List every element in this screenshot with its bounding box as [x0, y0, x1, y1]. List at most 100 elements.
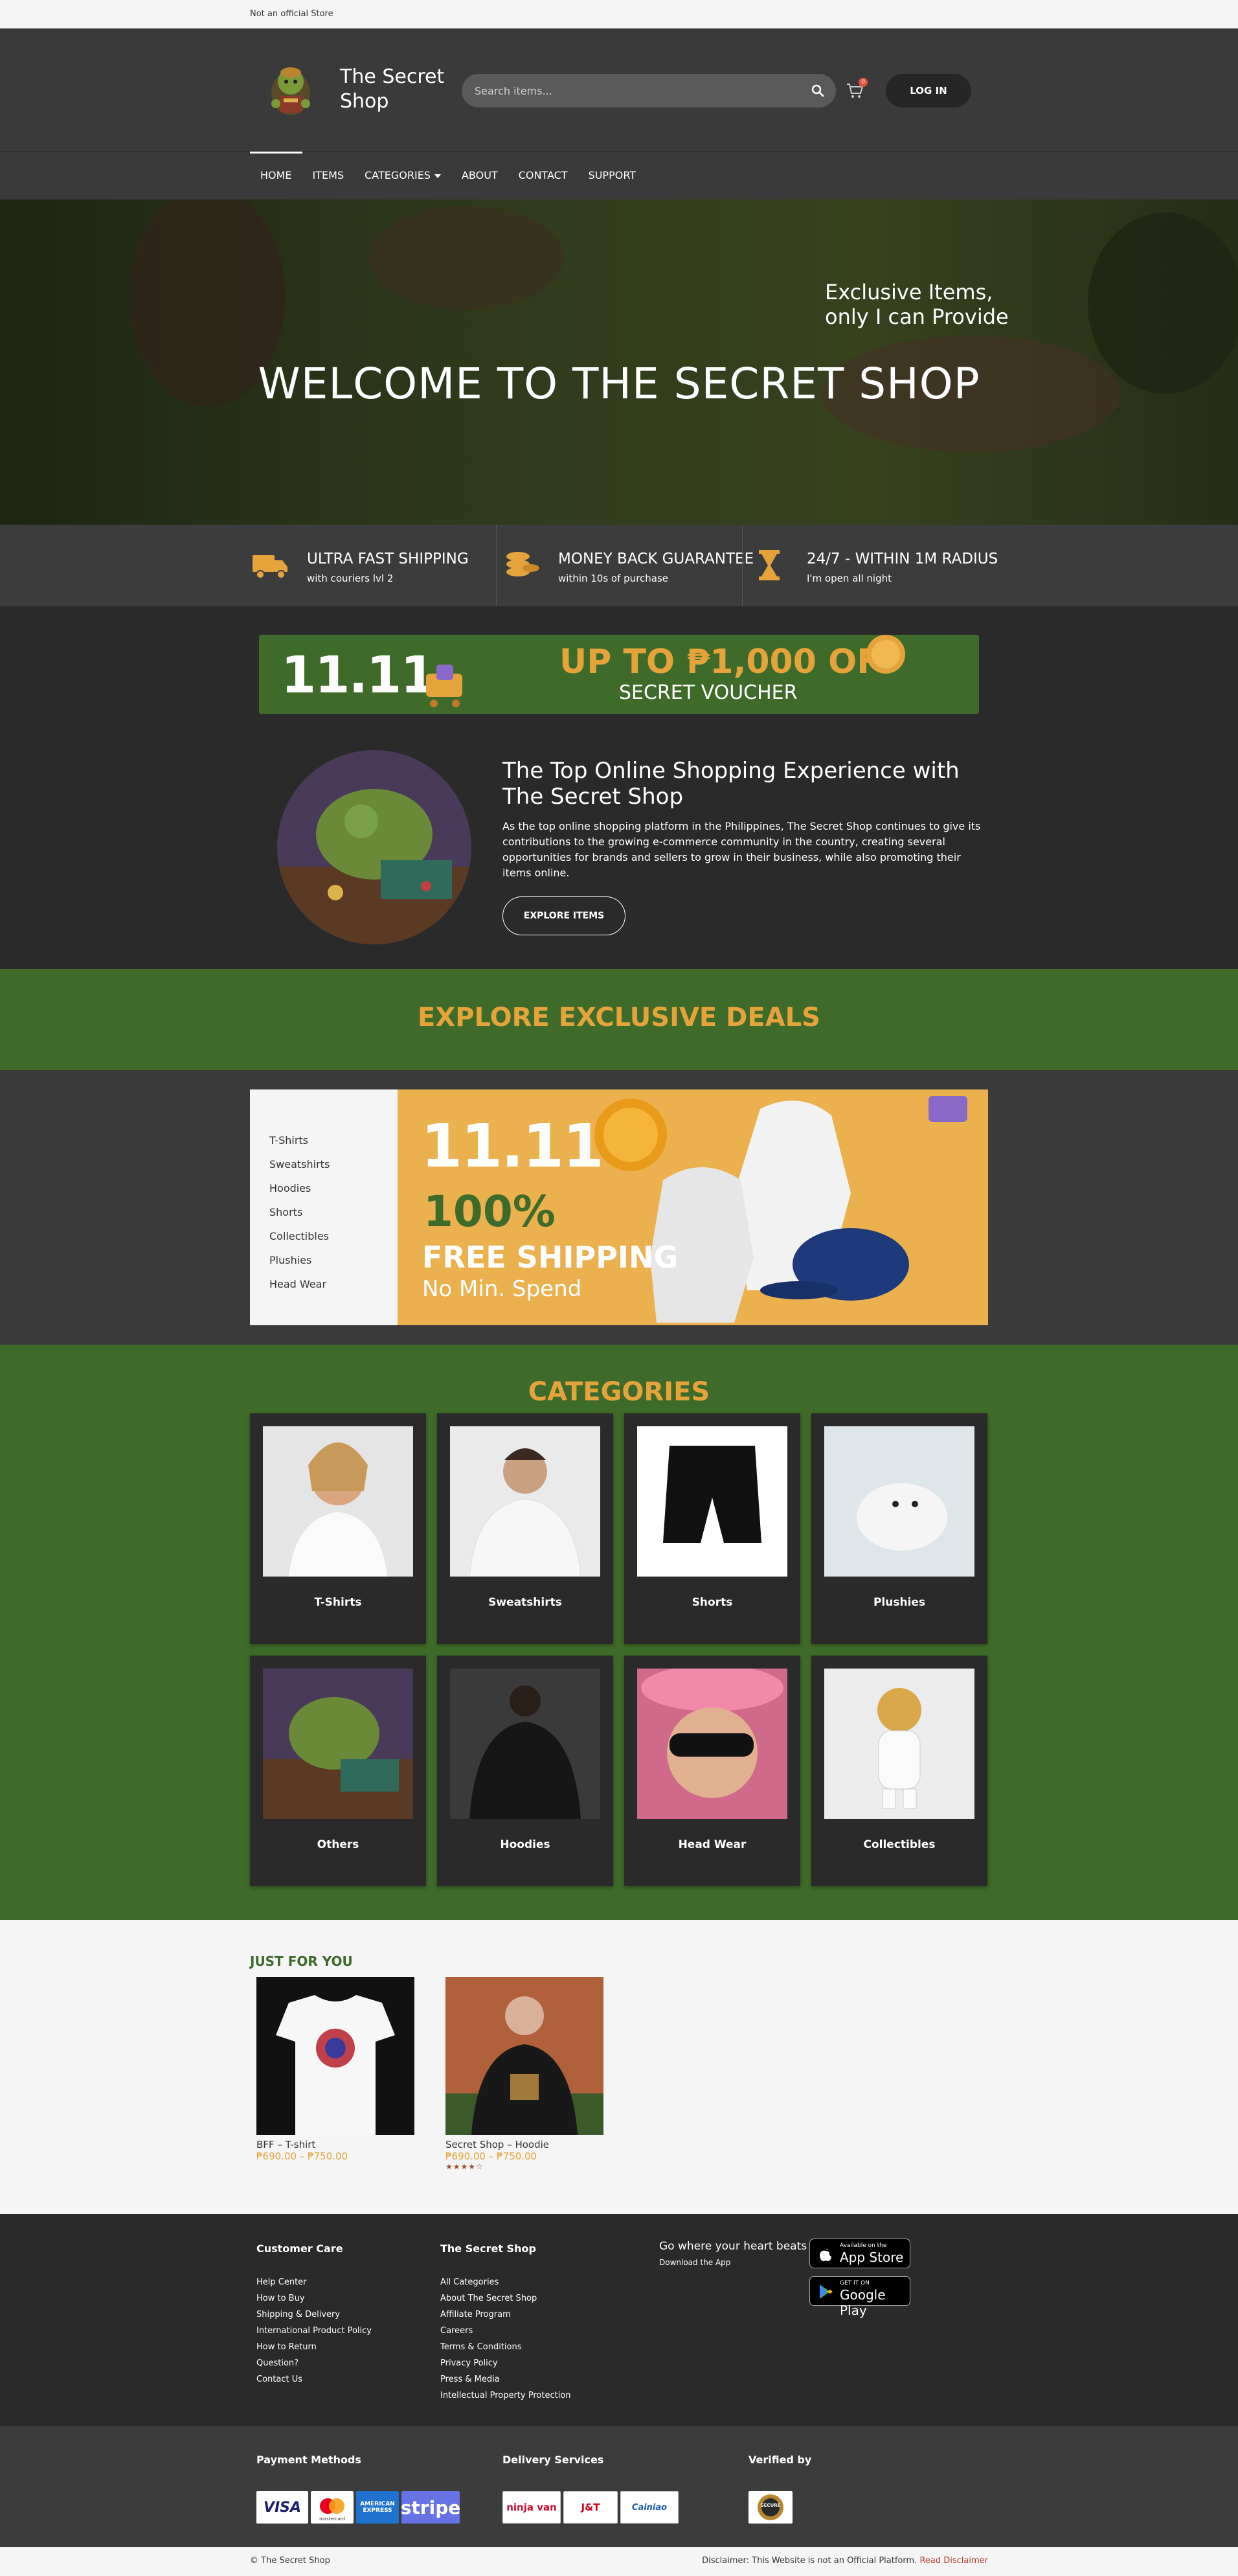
voucher-sub: SECRET VOUCHER	[619, 681, 798, 704]
category-label: Shorts	[692, 1596, 733, 1609]
cainiao-logo: Cainiao	[620, 2491, 679, 2524]
deals-area: T-Shirts Sweatshirts Hoodies Shorts Coll…	[0, 1070, 1238, 1345]
nav-about[interactable]: ABOUT	[451, 152, 508, 199]
deals-menu-item[interactable]: Shorts	[269, 1200, 330, 1224]
ninja-van-logo: ninja van	[502, 2491, 561, 2524]
feature-title: MONEY BACK GUARANTEE	[558, 551, 754, 567]
deals-heading-band: EXPLORE EXCLUSIVE DEALS	[0, 969, 1238, 1070]
product-name[interactable]: BFF – T-shirt	[256, 2139, 414, 2150]
category-label: Others	[317, 1838, 359, 1851]
payment-logos: VISA mastercard AMERICAN EXPRESS stripe	[256, 2491, 460, 2524]
category-card[interactable]: Hoodies	[437, 1656, 613, 1886]
category-card[interactable]: Shorts	[624, 1413, 800, 1644]
footer-link[interactable]: Terms & Conditions	[440, 2339, 571, 2355]
features-strip: ULTRA FAST SHIPPING with couriers lvl 2 …	[0, 525, 1238, 606]
app-store-small: Available on the	[840, 2242, 887, 2249]
deals-menu-item[interactable]: Plushies	[269, 1248, 330, 1272]
category-card[interactable]: Others	[250, 1656, 426, 1886]
feature-title: ULTRA FAST SHIPPING	[307, 551, 469, 567]
footer-heading: The Secret Shop	[440, 2242, 536, 2255]
google-play-button[interactable]: GET IT ON Google Play	[809, 2276, 910, 2318]
categories-heading: CATEGORIES	[528, 1377, 710, 1407]
footer-link[interactable]: Press & Media	[440, 2371, 571, 2388]
product-price: ₱690.00 – ₱750.00	[445, 2150, 537, 2162]
category-card[interactable]: Sweatshirts	[437, 1413, 613, 1644]
hero-title: WELCOME TO THE SECRET SHOP	[258, 359, 980, 409]
footer-link[interactable]: How to Return	[256, 2339, 372, 2355]
footer: Customer Care Help Center How to Buy Shi…	[0, 2214, 1238, 2426]
footer-link[interactable]: International Product Policy	[256, 2323, 372, 2339]
cart-button[interactable]: 0	[846, 78, 868, 101]
product-card[interactable]: BFF – T-shirt ₱690.00 – ₱750.00	[256, 1977, 414, 2162]
explore-items-button[interactable]: EXPLORE ITEMS	[502, 896, 625, 935]
footer-link[interactable]: How to Buy	[256, 2290, 372, 2307]
voucher-banner[interactable]: 11.11 UP TO ₱1,000 OFF SECRET VOUCHER	[259, 635, 979, 714]
footer-link[interactable]: Privacy Policy	[440, 2355, 571, 2371]
search-icon[interactable]	[811, 84, 824, 97]
store-note: Not an official Store	[250, 9, 333, 19]
footer-link[interactable]: All Categories	[440, 2274, 571, 2290]
footer-link[interactable]: Shipping & Delivery	[256, 2307, 372, 2323]
category-label: T-Shirts	[314, 1596, 362, 1609]
category-image	[263, 1426, 413, 1577]
app-sub: Download the App	[659, 2258, 731, 2267]
banner-percent: 100%	[423, 1187, 556, 1237]
site-header: The Secret Shop 0 LOG IN	[0, 28, 1238, 152]
footer-link[interactable]: Affiliate Program	[440, 2307, 571, 2323]
product-image	[445, 1977, 603, 2135]
login-button[interactable]: LOG IN	[886, 74, 971, 108]
bottom-bar: © The Secret Shop Disclaimer: This Websi…	[0, 2547, 1238, 2576]
hourglass-icon	[759, 550, 780, 580]
category-label: Collectibles	[863, 1838, 936, 1851]
feature-sub: within 10s of purchase	[558, 573, 669, 584]
category-card[interactable]: Head Wear	[624, 1656, 800, 1886]
deals-menu-item[interactable]: Sweatshirts	[269, 1152, 330, 1176]
footer-link[interactable]: Help Center	[256, 2274, 372, 2290]
free-shipping-banner[interactable]: 11.11 100% FREE SHIPPING No Min. Spend	[398, 1089, 988, 1325]
banner-line: FREE SHIPPING	[422, 1240, 679, 1275]
nav-home[interactable]: HOME	[250, 152, 302, 199]
banner-sub: No Min. Spend	[422, 1276, 582, 1302]
voucher-date: 11.11	[281, 646, 436, 705]
read-disclaimer-link[interactable]: Read Disclaimer	[919, 2556, 988, 2566]
secure-seal-logo: SECURE	[748, 2491, 793, 2524]
footer-link[interactable]: About The Secret Shop	[440, 2290, 571, 2307]
category-card[interactable]: Collectibles	[811, 1656, 987, 1886]
divider	[742, 525, 743, 606]
product-name[interactable]: Secret Shop – Hoodie	[445, 2139, 603, 2150]
deals-menu-item[interactable]: T-Shirts	[269, 1128, 330, 1152]
brand-line-1: The Secret	[340, 65, 445, 88]
nav-contact[interactable]: CONTACT	[508, 152, 578, 199]
hero-banner: Exclusive Items, only I can Provide WELC…	[0, 199, 1238, 525]
brand-name[interactable]: The Secret Shop	[340, 65, 444, 114]
footer-link[interactable]: Intellectual Property Protection	[440, 2388, 571, 2404]
deals-menu-item[interactable]: Collectibles	[269, 1224, 330, 1248]
verified-heading: Verified by	[748, 2454, 812, 2466]
product-card[interactable]: Secret Shop – Hoodie ₱690.00 – ₱750.00 ★…	[445, 1977, 603, 2171]
category-image	[637, 1669, 787, 1819]
nav-support[interactable]: SUPPORT	[578, 152, 646, 199]
feature-guarantee: MONEY BACK GUARANTEE within 10s of purch…	[502, 525, 754, 606]
mastercard-logo: mastercard	[311, 2491, 354, 2524]
footer-logos: Payment Methods VISA mastercard AMERICAN…	[0, 2426, 1238, 2547]
deals-menu-item[interactable]: Head Wear	[269, 1272, 330, 1296]
about-text: As the top online shopping platform in t…	[502, 820, 981, 879]
nav-items[interactable]: ITEMS	[302, 152, 355, 199]
app-store-button[interactable]: Available on the App Store	[809, 2239, 910, 2268]
footer-link[interactable]: Careers	[440, 2323, 571, 2339]
shop-logo[interactable]	[262, 58, 320, 122]
category-card[interactable]: T-Shirts	[250, 1413, 426, 1644]
visa-logo: VISA	[256, 2491, 308, 2524]
nav-categories[interactable]: CATEGORIES	[354, 152, 451, 199]
footer-link[interactable]: Question?	[256, 2355, 372, 2371]
secure-seal-text: SECURE	[760, 2503, 781, 2508]
search-input[interactable]	[475, 74, 798, 108]
category-image	[637, 1426, 787, 1577]
feature-hours: 24/7 - WITHIN 1M RADIUS I'm open all nig…	[751, 525, 998, 606]
verified-by: Verified by	[748, 2454, 811, 2466]
just-for-you-section: JUST FOR YOU BFF – T-shirt ₱690.00 – ₱75…	[0, 1920, 1238, 2214]
footer-link[interactable]: Contact Us	[256, 2371, 372, 2388]
deals-menu-item[interactable]: Hoodies	[269, 1176, 330, 1200]
category-card[interactable]: Plushies	[811, 1413, 987, 1644]
apple-icon	[820, 2249, 831, 2261]
